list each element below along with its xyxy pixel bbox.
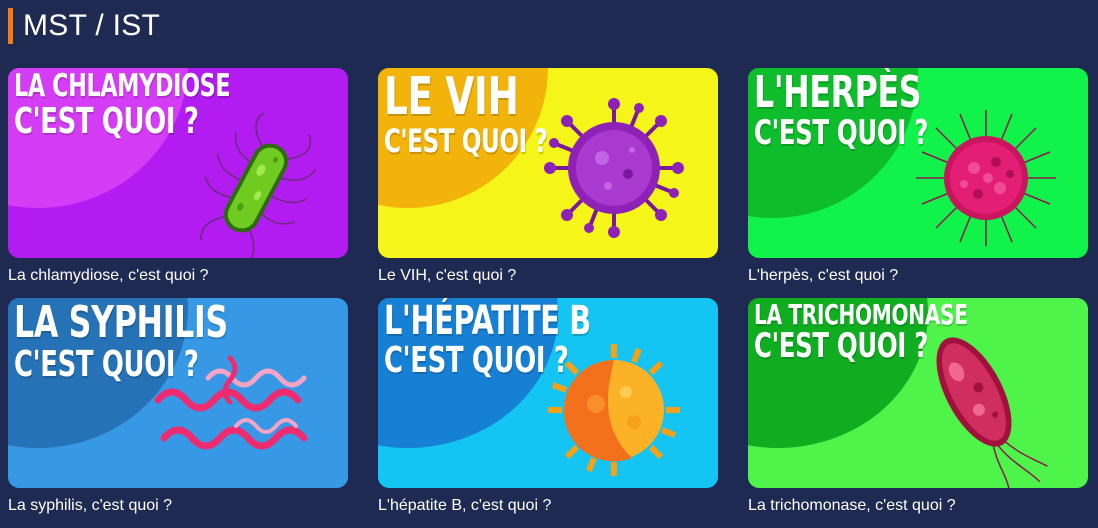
- video-thumbnail[interactable]: LE VIH C'EST QUOI ?: [378, 68, 718, 258]
- video-caption[interactable]: Le VIH, c'est quoi ?: [378, 267, 718, 285]
- thumbnail-title: L'HERPÈS C'EST QUOI ?: [754, 68, 929, 154]
- thumbnail-title: LA TRICHOMONASE C'EST QUOI ?: [754, 298, 968, 367]
- thumbnail-title: L'HÉPATITE B C'EST QUOI ?: [384, 298, 591, 381]
- section-title: MST / IST: [23, 9, 161, 42]
- video-caption[interactable]: La trichomonase, c'est quoi ?: [748, 497, 1088, 515]
- video-thumbnail[interactable]: LA SYPHILIS C'EST QUOI ?: [8, 298, 348, 488]
- section-accent-bar: [8, 8, 13, 44]
- video-thumbnail[interactable]: LA TRICHOMONASE C'EST QUOI ?: [748, 298, 1088, 488]
- video-thumbnail[interactable]: LA CHLAMYDIOSE C'EST QUOI ?: [8, 68, 348, 258]
- video-card-herpes[interactable]: L'HERPÈS C'EST QUOI ? L'herpès, c'est qu…: [748, 68, 1088, 298]
- video-caption[interactable]: L'hépatite B, c'est quoi ?: [378, 497, 718, 515]
- thumbnail-title: LA SYPHILIS C'EST QUOI ?: [14, 298, 228, 386]
- video-card-vih[interactable]: LE VIH C'EST QUOI ? Le VIH, c'est quoi ?: [378, 68, 718, 298]
- thumbnail-title: LE VIH C'EST QUOI ?: [384, 68, 548, 160]
- section-header: MST / IST: [8, 8, 160, 44]
- video-caption[interactable]: La syphilis, c'est quoi ?: [8, 497, 348, 515]
- thumbnail-title: LA CHLAMYDIOSE C'EST QUOI ?: [14, 68, 231, 142]
- video-card-trichomonase[interactable]: LA TRICHOMONASE C'EST QUOI ? La trichomo…: [748, 298, 1088, 528]
- video-grid: LA CHLAMYDIOSE C'EST QUOI ? La chlamydio…: [8, 68, 1088, 528]
- video-thumbnail[interactable]: L'HERPÈS C'EST QUOI ?: [748, 68, 1088, 258]
- video-thumbnail[interactable]: L'HÉPATITE B C'EST QUOI ?: [378, 298, 718, 488]
- video-card-chlamydiose[interactable]: LA CHLAMYDIOSE C'EST QUOI ? La chlamydio…: [8, 68, 348, 298]
- video-caption[interactable]: L'herpès, c'est quoi ?: [748, 267, 1088, 285]
- video-card-hepatite-b[interactable]: L'HÉPATITE B C'EST QUOI ? L'hépatite B, …: [378, 298, 718, 528]
- video-card-syphilis[interactable]: LA SYPHILIS C'EST QUOI ? La syphilis, c'…: [8, 298, 348, 528]
- video-caption[interactable]: La chlamydiose, c'est quoi ?: [8, 267, 348, 285]
